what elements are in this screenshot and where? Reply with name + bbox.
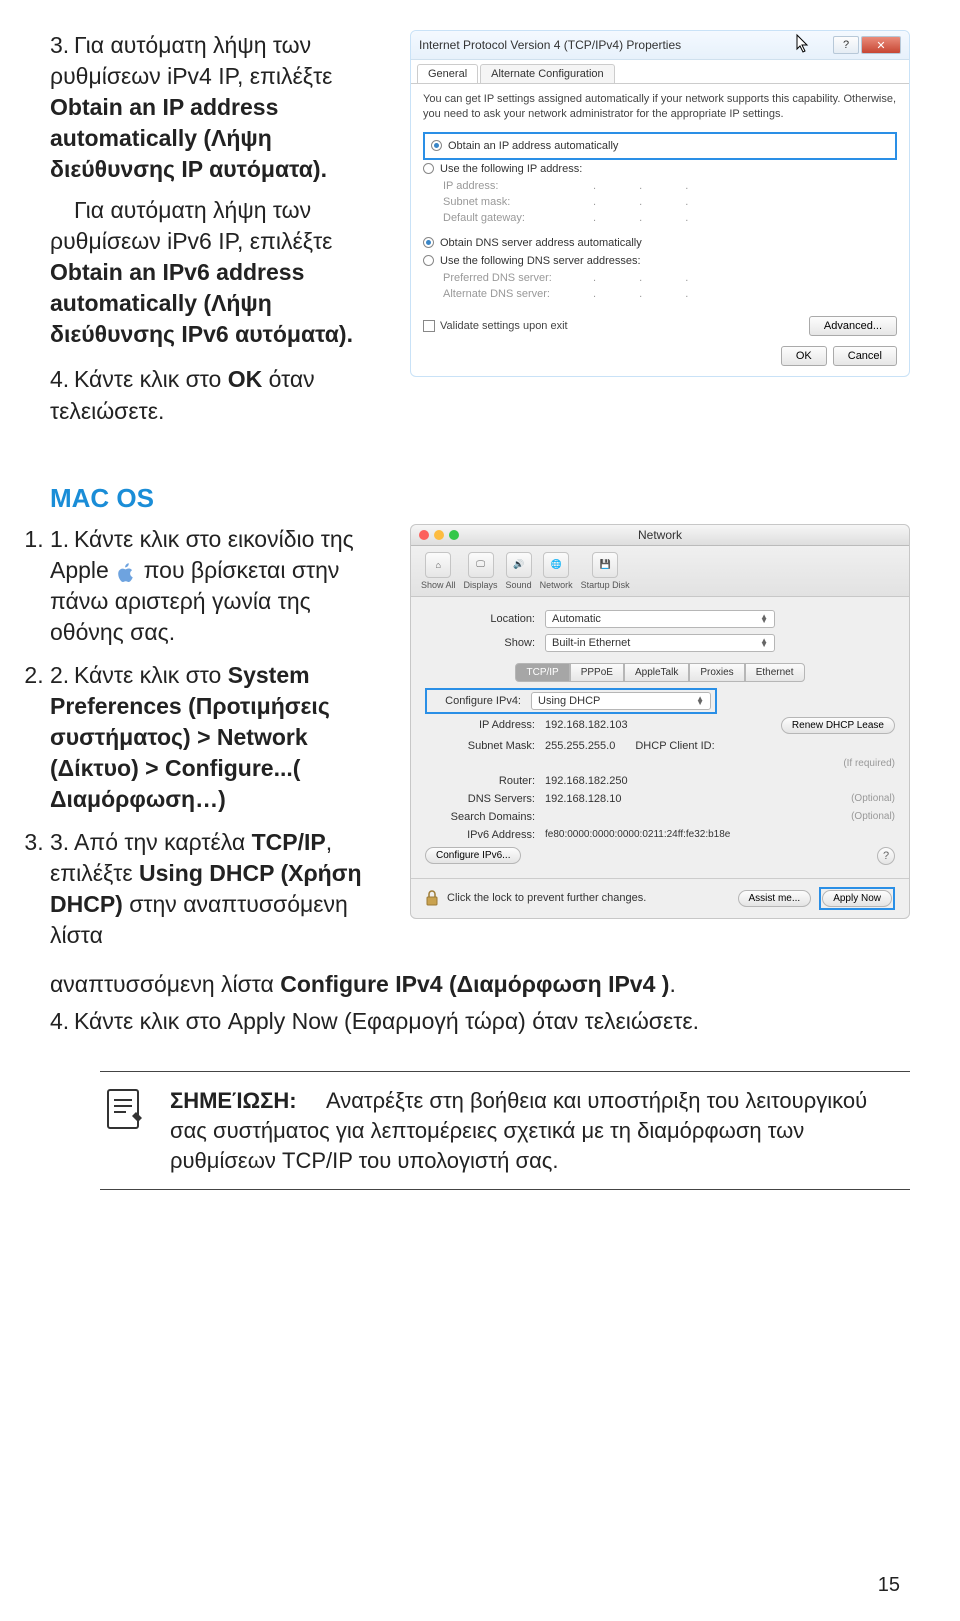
close-button[interactable]: ✕ [861,36,901,54]
tab-alternate[interactable]: Alternate Configuration [480,64,615,83]
lbl-ipv6: IPv6 Address: [425,829,545,841]
dialog-title: Internet Protocol Version 4 (TCP/IPv4) P… [419,38,833,52]
highlight-cfg4: Configure IPv4:Using DHCP▲▼ [425,688,717,714]
lbl-search: Search Domains: [425,811,545,823]
lbl-dhcpid: DHCP Client ID: [635,740,714,752]
cursor-icon [795,33,811,53]
checkbox-icon [423,320,435,332]
mac-step-4: 4.Κάντε κλικ στο Apply Now (Εφαρμογή τώρ… [50,1006,910,1037]
tab-appletalk[interactable]: AppleTalk [624,663,689,682]
assist-button[interactable]: Assist me... [738,890,812,907]
windows-ipv4-dialog: Internet Protocol Version 4 (TCP/IPv4) P… [410,30,910,377]
lock-icon[interactable] [425,890,439,906]
renew-button[interactable]: Renew DHCP Lease [781,717,895,734]
tb-startup[interactable]: 💾Startup Disk [581,552,630,590]
val-mask: 255.255.255.0 [545,740,615,752]
val-ip: 192.168.182.103 [545,719,628,731]
lbl-ip: IP address: [443,180,593,192]
macos-heading: MAC OS [50,483,910,514]
lbl-cfg4: Configure IPv4: [431,695,531,707]
tb-network[interactable]: 🌐Network [540,552,573,590]
step-3-text1: Για αυτόματη λήψη των ρυθμίσεων iPv4 IP,… [50,32,332,89]
mac-title: Network [638,528,682,542]
lbl-dns: DNS Servers: [425,793,545,805]
cancel-button[interactable]: Cancel [833,346,897,366]
advanced-button[interactable]: Advanced... [809,316,897,336]
lbl-ip: IP Address: [425,719,545,731]
step-3-text2: Για αυτόματη λήψη των ρυθμίσεων iPv6 IP,… [50,197,332,254]
step-4-num: 4. [50,364,74,395]
tab-pppoe[interactable]: PPPoE [570,663,624,682]
lbl-router: Router: [425,775,545,787]
step-4-text1: Κάντε κλικ στο [74,366,228,392]
validate-checkbox[interactable]: Validate settings upon exit [423,320,568,332]
lbl-adns: Alternate DNS server: [443,288,593,300]
tb-showall[interactable]: ⌂Show All [421,552,456,590]
step-3-num: 3. [50,30,74,61]
radio-icon [431,140,442,151]
help-icon[interactable]: ? [877,847,895,865]
step-3-bold1: Obtain an IP address automatically (Λήψη… [50,94,327,182]
lbl-mask: Subnet mask: [443,196,593,208]
val-ipv6: fe80:0000:0000:0000:0211:24ff:fe32:b18e [545,829,730,840]
radio-use-ip[interactable]: Use the following IP address: [423,160,897,178]
radio-use-dns[interactable]: Use the following DNS server addresses: [423,252,897,270]
hint-req: (If required) [843,758,895,769]
traffic-zoom-icon[interactable] [449,530,459,540]
mac-step-2: 2.Κάντε κλικ στο System Preferences (Προ… [50,660,390,815]
ok-button[interactable]: OK [781,346,827,366]
note-icon [100,1086,150,1175]
mac-network-window: Network ⌂Show All 🖵Displays 🔊Sound 🌐Netw… [410,524,910,919]
step-3-bold2: Obtain an IPv6 address automatically (Λή… [50,259,353,347]
step-4: 4.Κάντε κλικ στο OK όταν τελειώσετε. [50,364,390,426]
sel-show[interactable]: Built-in Ethernet▲▼ [545,634,775,652]
lbl-gw: Default gateway: [443,212,593,224]
apply-button[interactable]: Apply Now [822,890,892,907]
step-3: 3.Για αυτόματη λήψη των ρυθμίσεων iPv4 I… [50,30,390,350]
mac-step-1: 1.Κάντε κλικ στο εικονίδιο της Apple που… [50,524,390,648]
lbl-show: Show: [425,637,545,649]
highlight-auto-ip: Obtain an IP address automatically [423,132,897,160]
sel-cfg4[interactable]: Using DHCP▲▼ [531,692,711,710]
val-dns: 192.168.128.10 [545,793,621,805]
tab-general[interactable]: General [417,64,478,83]
dialog-titlebar: Internet Protocol Version 4 (TCP/IPv4) P… [411,31,909,60]
mac-toolbar: ⌂Show All 🖵Displays 🔊Sound 🌐Network 💾Sta… [411,546,909,597]
sel-location[interactable]: Automatic▲▼ [545,610,775,628]
note-label: ΣΗΜΕΊΩΣΗ: [170,1088,297,1113]
traffic-close-icon[interactable] [419,530,429,540]
val-router: 192.168.182.250 [545,775,628,787]
tb-sound[interactable]: 🔊Sound [506,552,532,590]
tab-ethernet[interactable]: Ethernet [745,663,805,682]
lock-text: Click the lock to prevent further change… [447,892,646,904]
note-box: ΣΗΜΕΊΩΣΗ: Ανατρέξτε στη βοήθεια και υποσ… [100,1071,910,1190]
page-number: 15 [878,1574,900,1597]
dialog-info: You can get IP settings assigned automat… [423,92,897,122]
cfg6-button[interactable]: Configure IPv6... [425,847,521,864]
lbl-mask: Subnet Mask: [425,740,545,752]
mac-titlebar: Network [411,525,909,546]
tab-proxies[interactable]: Proxies [689,663,744,682]
radio-auto-dns[interactable]: Obtain DNS server address automatically [423,234,897,252]
apple-icon [115,561,137,583]
mac-step-1-num: 1. [50,524,74,555]
mac-step-3: 3.Από την καρτέλα TCP/IP, επιλέξτε Using… [50,827,390,951]
lbl-pdns: Preferred DNS server: [443,272,593,284]
radio-icon [423,237,434,248]
tab-tcpip[interactable]: TCP/IP [515,663,569,682]
radio-auto-ip[interactable]: Obtain an IP address automatically [431,137,889,155]
opt1: (Optional) [851,793,895,804]
lbl-location: Location: [425,613,545,625]
mac-step-3-num: 3. [50,827,74,858]
help-button[interactable]: ? [833,36,859,54]
step-4-bold: OK [228,366,263,392]
traffic-min-icon[interactable] [434,530,444,540]
opt2: (Optional) [851,811,895,822]
radio-icon [423,255,434,266]
radio-icon [423,163,434,174]
mac-step-2-num: 2. [50,660,74,691]
tb-displays[interactable]: 🖵Displays [464,552,498,590]
